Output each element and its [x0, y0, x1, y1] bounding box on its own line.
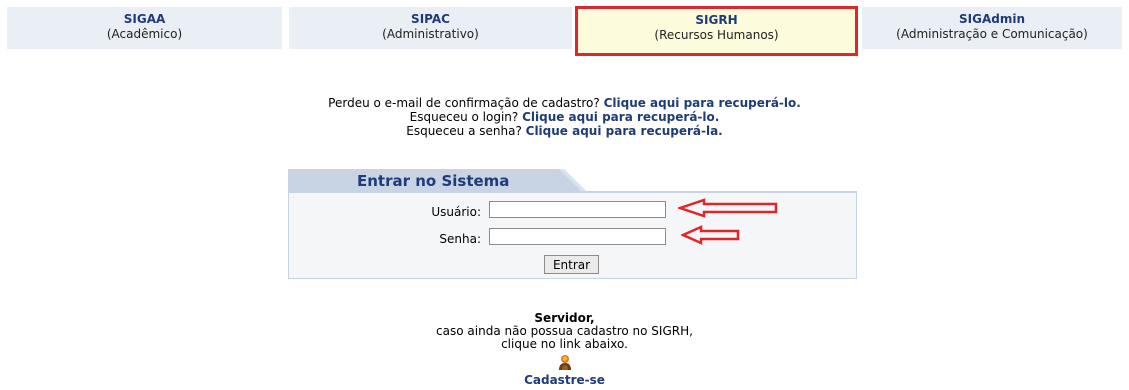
- recover-email-line: Perdeu o e-mail de confirmação de cadast…: [0, 96, 1129, 110]
- tab-sipac-subtitle: (Administrativo): [382, 27, 479, 41]
- password-input[interactable]: [489, 228, 666, 245]
- tab-sigrh[interactable]: SIGRH (Recursos Humanos): [575, 6, 858, 56]
- recover-login-text: Esqueceu o login?: [409, 110, 523, 124]
- cadastre-line: Cadastre-se: [0, 374, 1129, 387]
- recover-password-text: Esqueceu a senha?: [406, 124, 526, 138]
- tab-sipac[interactable]: SIPAC (Administrativo): [289, 7, 572, 49]
- login-title: Entrar no Sistema: [357, 172, 510, 190]
- tab-sigrh-subtitle: (Recursos Humanos): [654, 28, 779, 42]
- tab-sigaa-subtitle: (Acadêmico): [106, 27, 183, 41]
- recover-login-link[interactable]: Clique aqui para recuperá-lo.: [522, 110, 719, 124]
- cadastre-link[interactable]: Cadastre-se: [524, 373, 605, 387]
- submit-button[interactable]: Entrar: [544, 255, 599, 274]
- recover-password-link[interactable]: Clique aqui para recuperá-la.: [526, 124, 723, 138]
- login-box: Entrar no Sistema Usuário: Senha: Entrar: [288, 169, 857, 279]
- red-arrow-icon: [678, 198, 778, 218]
- recover-email-link[interactable]: Clique aqui para recuperá-lo.: [604, 96, 801, 110]
- tab-sigaa[interactable]: SIGAA (Acadêmico): [7, 7, 282, 49]
- user-label: Usuário:: [431, 205, 481, 219]
- tab-sipac-title: SIPAC: [411, 12, 450, 26]
- recover-email-text: Perdeu o e-mail de confirmação de cadast…: [328, 96, 604, 110]
- tab-sigrh-title: SIGRH: [695, 13, 738, 27]
- tab-sigadmin[interactable]: SIGAdmin (Administração e Comunicação): [862, 7, 1122, 49]
- user-icon: [559, 355, 571, 370]
- page: SIGAA (Acadêmico) SIPAC (Administrativo)…: [0, 0, 1129, 390]
- red-arrow-icon: [681, 225, 740, 245]
- recover-password-line: Esqueceu a senha? Clique aqui para recup…: [0, 124, 1129, 138]
- password-label: Senha:: [439, 232, 481, 246]
- tab-sigadmin-title: SIGAdmin: [959, 12, 1025, 26]
- servidor-line2: clique no link abaixo.: [501, 337, 628, 351]
- tab-sigadmin-subtitle: (Administração e Comunicação): [896, 27, 1088, 41]
- user-input[interactable]: [489, 201, 666, 218]
- tab-sigaa-title: SIGAA: [123, 12, 166, 26]
- recover-login-line: Esqueceu o login? Clique aqui para recup…: [0, 110, 1129, 124]
